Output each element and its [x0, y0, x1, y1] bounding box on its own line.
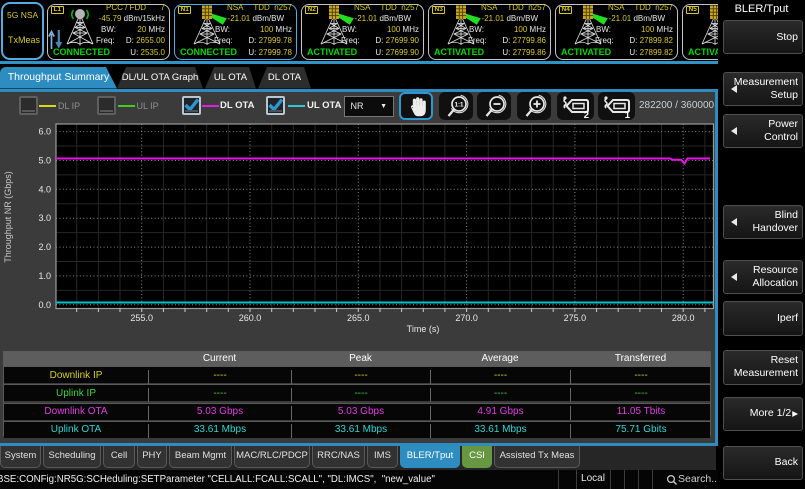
svg-text:260.0: 260.0 [239, 313, 262, 323]
svg-text:270.0: 270.0 [455, 313, 478, 323]
svg-text:6.0: 6.0 [38, 127, 51, 137]
svg-text:1:1: 1:1 [454, 101, 464, 108]
svg-text:Time (s): Time (s) [407, 324, 440, 334]
svg-text:2.0: 2.0 [38, 242, 51, 252]
svg-text:265.0: 265.0 [347, 313, 370, 323]
svg-text:1.0: 1.0 [38, 271, 51, 281]
svg-text:255.0: 255.0 [130, 313, 153, 323]
svg-text:4.0: 4.0 [38, 184, 51, 194]
svg-text:5.0: 5.0 [38, 156, 51, 166]
svg-text:280.0: 280.0 [672, 313, 695, 323]
svg-text:3.0: 3.0 [38, 213, 51, 223]
svg-text:275.0: 275.0 [564, 313, 587, 323]
svg-text:0.0: 0.0 [38, 300, 51, 310]
